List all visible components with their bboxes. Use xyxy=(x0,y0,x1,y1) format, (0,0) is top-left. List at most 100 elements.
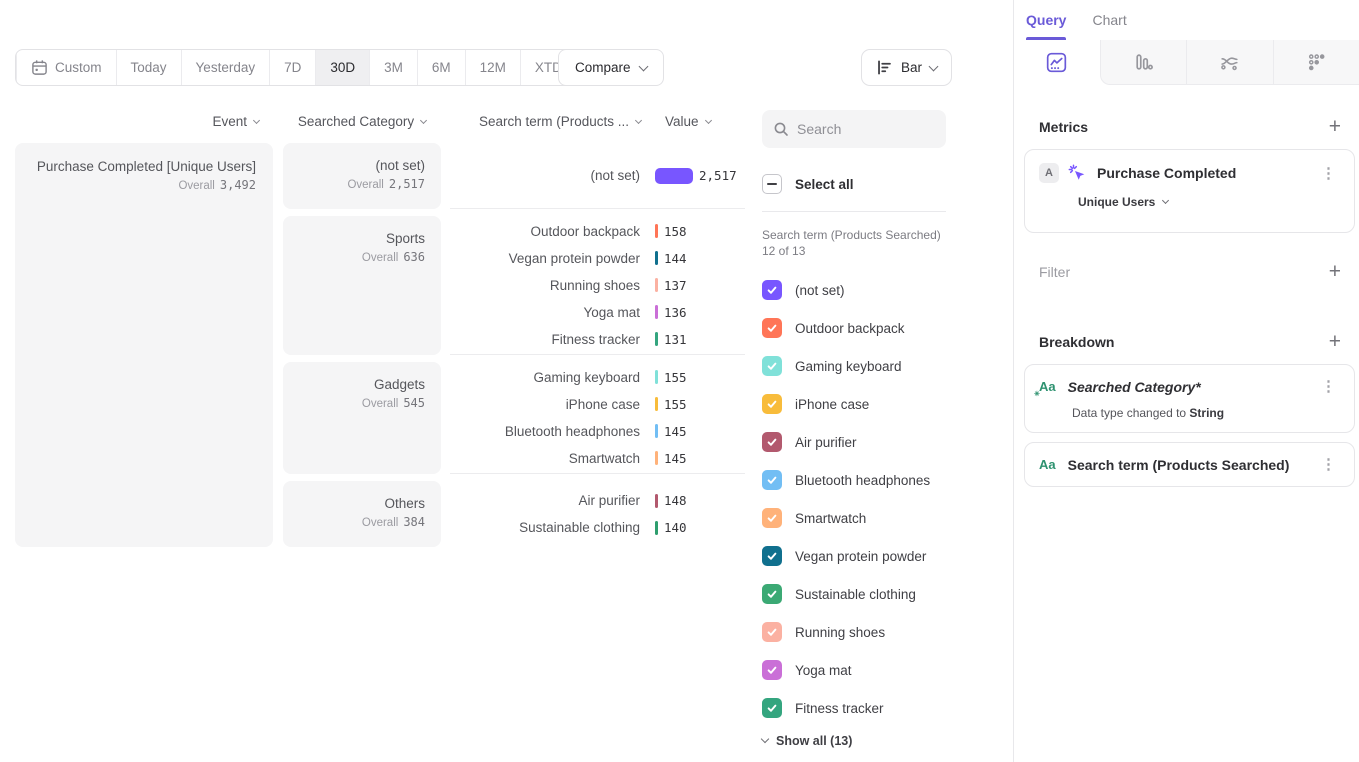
table-row[interactable]: Fitness tracker131 xyxy=(450,326,745,353)
event-spark-icon xyxy=(1068,164,1086,182)
add-filter-button[interactable]: + xyxy=(1329,262,1341,282)
table-row[interactable]: Sustainable clothing140 xyxy=(450,514,745,541)
chevron-down-icon xyxy=(638,61,648,71)
compare-button[interactable]: Compare xyxy=(558,49,664,86)
filter-checkbox-item[interactable]: Sustainable clothing xyxy=(762,575,946,613)
checkbox-checked[interactable] xyxy=(762,546,782,566)
select-all-row[interactable]: Select all xyxy=(762,174,946,194)
checkbox-checked[interactable] xyxy=(762,660,782,680)
table-row[interactable]: Air purifier148 xyxy=(450,487,745,514)
breakdown-table: Purchase Completed [Unique Users] Overal… xyxy=(15,143,745,547)
breakdown-card[interactable]: Aa Searched Category* ⋮ Data type change… xyxy=(1024,364,1355,433)
filter-checkbox-item[interactable]: Fitness tracker xyxy=(762,689,946,727)
table-row[interactable]: Outdoor backpack158 xyxy=(450,218,745,245)
filter-checkbox-item[interactable]: iPhone case xyxy=(762,385,946,423)
search-input[interactable] xyxy=(797,121,935,137)
metric-card[interactable]: A Purchase Completed ⋮ Unique Users xyxy=(1024,149,1355,233)
show-all-toggle[interactable]: Show all (13) xyxy=(762,734,946,748)
filter-checkbox-item[interactable]: (not set) xyxy=(762,271,946,309)
sidebar-tab[interactable]: Chart xyxy=(1092,0,1126,40)
table-row[interactable]: Running shoes137 xyxy=(450,272,745,299)
filter-checkbox-item[interactable]: Gaming keyboard xyxy=(762,347,946,385)
filter-group-label: Search term (Products Searched) 12 of 13 xyxy=(762,227,946,259)
category-cell[interactable]: GadgetsOverall545 xyxy=(283,362,441,474)
add-breakdown-button[interactable]: + xyxy=(1329,332,1341,352)
checkbox-checked[interactable] xyxy=(762,394,782,414)
checkbox-checked[interactable] xyxy=(762,622,782,642)
date-range-label: 6M xyxy=(432,60,451,75)
category-cell[interactable]: SportsOverall636 xyxy=(283,216,441,355)
column-header-value[interactable]: Value xyxy=(655,114,745,129)
chart-type-select[interactable]: Bar xyxy=(861,49,952,86)
checkbox-checked[interactable] xyxy=(762,280,782,300)
query-sidebar: Query Chart Metrics + A Purchase Complete… xyxy=(1013,0,1359,762)
checkbox-checked[interactable] xyxy=(762,584,782,604)
tab-insights[interactable] xyxy=(1014,40,1100,85)
category-name: Sports xyxy=(283,231,425,246)
table-row[interactable]: iPhone case155 xyxy=(450,391,745,418)
tab-retention[interactable] xyxy=(1273,40,1359,85)
insights-icon xyxy=(1046,52,1067,73)
table-row[interactable]: Vegan protein powder144 xyxy=(450,245,745,272)
date-range-button[interactable]: 3M xyxy=(369,50,417,85)
date-range-button[interactable]: Today xyxy=(116,50,181,85)
kebab-menu-icon[interactable]: ⋮ xyxy=(1317,164,1340,183)
checkbox-checked[interactable] xyxy=(762,432,782,452)
filter-checkbox-item[interactable]: Yoga mat xyxy=(762,651,946,689)
table-row[interactable]: Bluetooth headphones145 xyxy=(450,418,745,445)
filter-checkbox-item[interactable]: Running shoes xyxy=(762,613,946,651)
table-row[interactable]: Gaming keyboard155 xyxy=(450,364,745,391)
date-range-button[interactable]: 7D xyxy=(269,50,315,85)
breakdown-card[interactable]: Aa Search term (Products Searched) ⋮ xyxy=(1024,442,1355,487)
event-cell[interactable]: Purchase Completed [Unique Users] Overal… xyxy=(15,143,273,547)
table-row[interactable]: (not set)2,517 xyxy=(450,162,745,189)
tab-funnels[interactable] xyxy=(1100,40,1187,85)
category-cell[interactable]: OthersOverall384 xyxy=(283,481,441,547)
date-range-button[interactable]: Yesterday xyxy=(181,50,270,85)
kebab-menu-icon[interactable]: ⋮ xyxy=(1317,455,1340,474)
checkbox-checked[interactable] xyxy=(762,698,782,718)
tab-flows[interactable] xyxy=(1186,40,1273,85)
filter-item-label: Sustainable clothing xyxy=(795,587,916,602)
chevron-down-icon xyxy=(761,735,769,743)
search-term-label: Vegan protein powder xyxy=(450,251,655,266)
series-letter-badge: A xyxy=(1039,163,1059,183)
filter-checkbox-item[interactable]: Smartwatch xyxy=(762,499,946,537)
checkbox-checked[interactable] xyxy=(762,470,782,490)
table-row[interactable]: Smartwatch145 xyxy=(450,445,745,472)
add-metric-button[interactable]: + xyxy=(1329,117,1341,137)
date-range-button[interactable]: Custom xyxy=(16,50,116,85)
value-text: 158 xyxy=(664,224,687,239)
chevron-down-icon xyxy=(929,61,939,71)
search-box[interactable] xyxy=(762,110,946,148)
analysis-type-tabs xyxy=(1014,40,1359,85)
filter-checkbox-item[interactable]: Vegan protein powder xyxy=(762,537,946,575)
date-range-button[interactable]: 6M xyxy=(417,50,465,85)
column-header-search-term[interactable]: Search term (Products ... xyxy=(450,114,655,129)
sidebar-tab[interactable]: Query xyxy=(1026,0,1066,40)
filter-checkbox-item[interactable]: Bluetooth headphones xyxy=(762,461,946,499)
date-range-button[interactable]: 30D xyxy=(315,50,369,85)
aggregation-select[interactable]: Unique Users xyxy=(1078,195,1340,209)
metrics-title: Metrics xyxy=(1039,119,1088,135)
column-header-category[interactable]: Searched Category xyxy=(283,114,441,129)
filter-checkbox-item[interactable]: Outdoor backpack xyxy=(762,309,946,347)
column-header-event[interactable]: Event xyxy=(15,114,273,129)
filter-checkbox-item[interactable]: Air purifier xyxy=(762,423,946,461)
checkbox-checked[interactable] xyxy=(762,356,782,376)
date-range-label: Today xyxy=(131,60,167,75)
metric-event-name: Purchase Completed xyxy=(1097,165,1308,181)
legend-filter-panel: Select all Search term (Products Searche… xyxy=(762,110,946,748)
checkbox-checked[interactable] xyxy=(762,318,782,338)
select-all-checkbox-indeterminate[interactable] xyxy=(762,174,782,194)
search-term-label: Yoga mat xyxy=(450,305,655,320)
search-icon xyxy=(773,121,789,137)
table-row[interactable]: Yoga mat136 xyxy=(450,299,745,326)
category-cell[interactable]: (not set)Overall2,517 xyxy=(283,143,441,209)
search-term-label: Running shoes xyxy=(450,278,655,293)
kebab-menu-icon[interactable]: ⋮ xyxy=(1317,377,1340,396)
value-bar xyxy=(655,370,658,384)
checkbox-checked[interactable] xyxy=(762,508,782,528)
chevron-down-icon xyxy=(635,116,642,123)
date-range-button[interactable]: 12M xyxy=(465,50,520,85)
